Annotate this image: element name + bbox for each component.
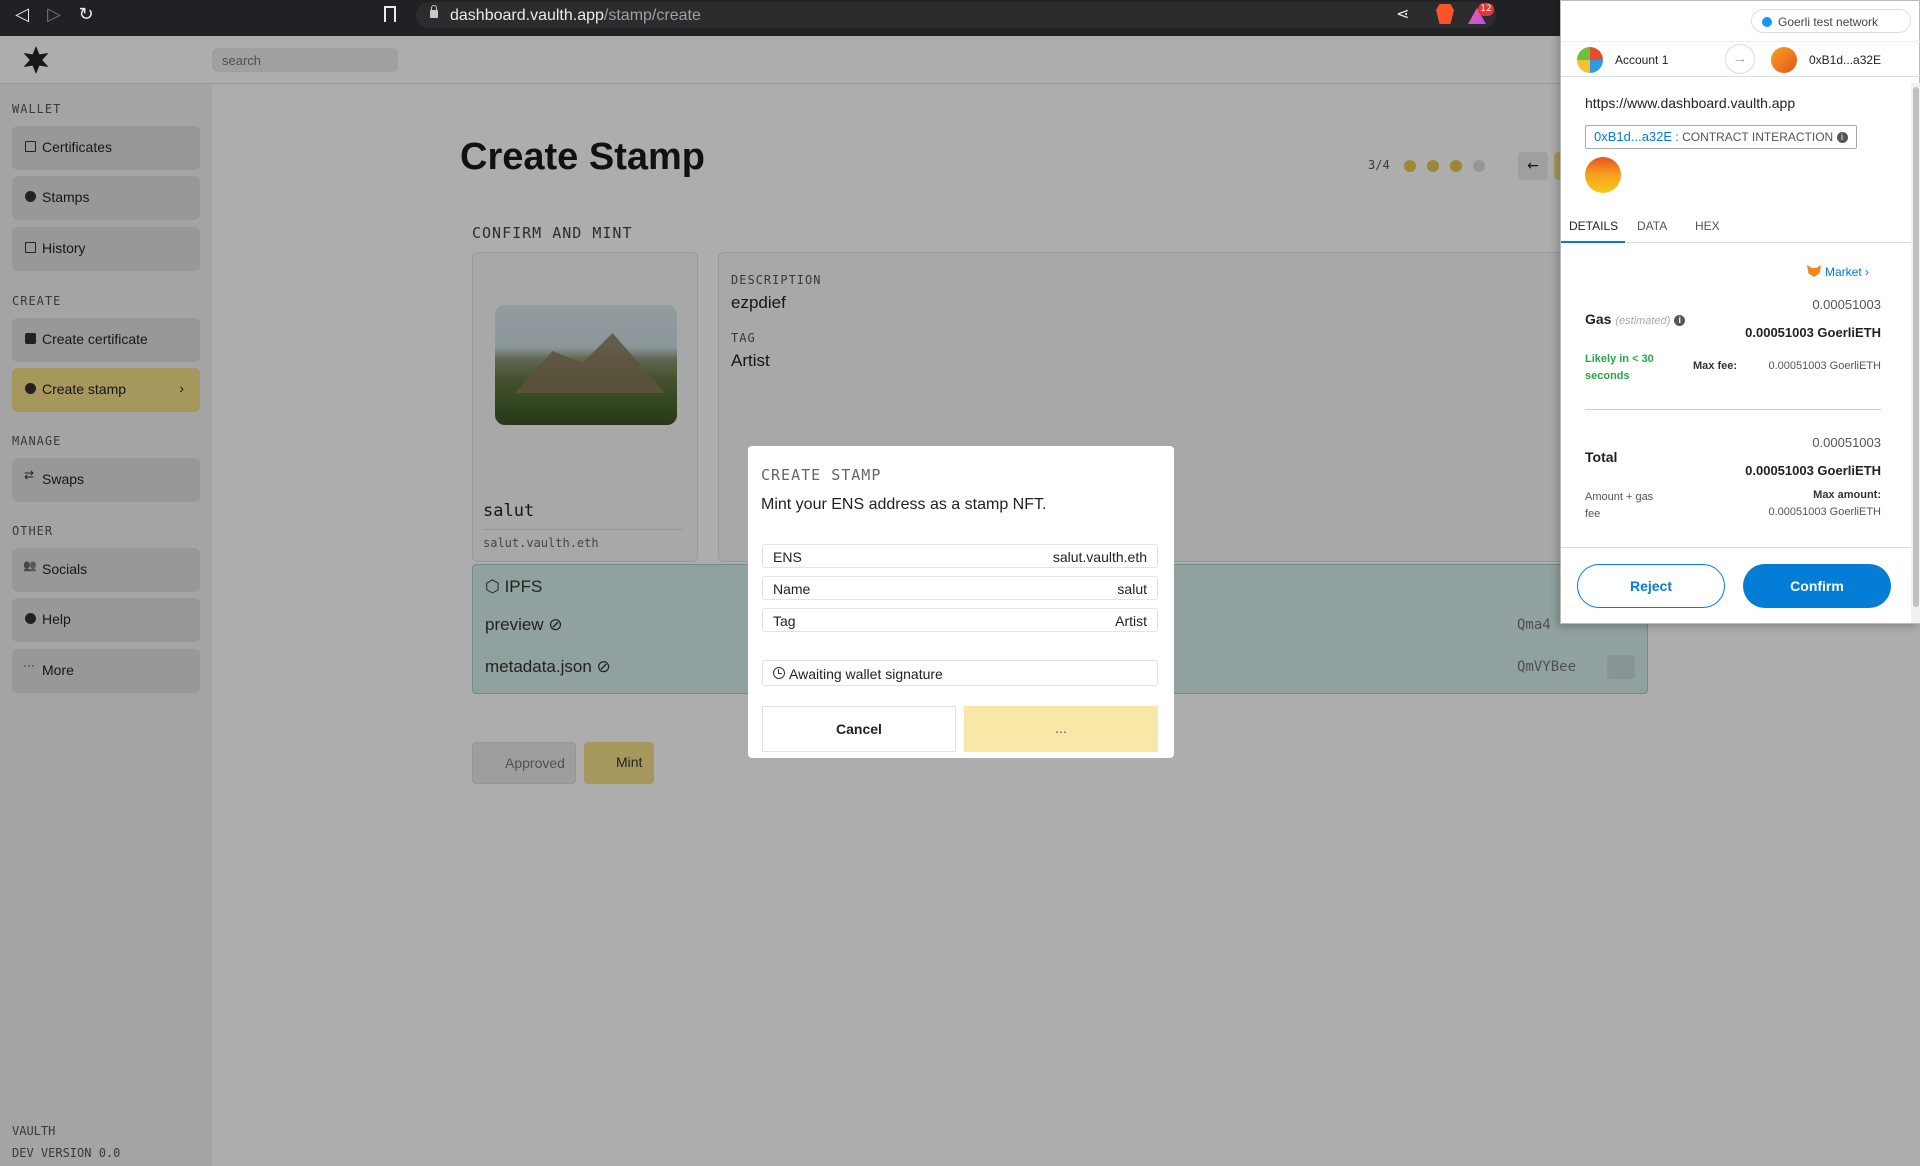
market-link[interactable]: Market › bbox=[1807, 265, 1869, 279]
gas-speed: Likely in < 30 seconds bbox=[1585, 353, 1654, 382]
max-amount-label: Max amount: bbox=[1813, 489, 1881, 501]
max-fee-value: 0.00051003 GoerliETH bbox=[1768, 360, 1881, 372]
clock-icon bbox=[773, 667, 785, 679]
info-icon[interactable]: i bbox=[1836, 132, 1848, 143]
account-avatar-icon bbox=[1577, 47, 1603, 73]
modal-title: CREATE STAMP bbox=[761, 466, 882, 484]
total-value: 0.00051003 GoerliETH bbox=[1745, 463, 1881, 478]
address-bar[interactable]: dashboard.vaulth.app/stamp/create bbox=[416, 2, 1496, 28]
row-value: salut.vaulth.eth bbox=[1052, 549, 1147, 565]
confirm-button[interactable]: Confirm bbox=[1743, 564, 1891, 608]
total-label: Total bbox=[1585, 449, 1618, 465]
reload-icon[interactable]: ↻ bbox=[72, 0, 100, 30]
active-tab-indicator bbox=[1561, 241, 1625, 243]
row-key: Name bbox=[773, 581, 811, 597]
scrollbar-thumb[interactable] bbox=[1913, 87, 1919, 607]
row-key: Tag bbox=[773, 613, 796, 629]
create-stamp-modal: CREATE STAMP Mint your ENS address as a … bbox=[748, 446, 1174, 758]
modal-row-tag: Tag Artist bbox=[762, 608, 1158, 632]
contract-interaction-pill[interactable]: 0xB1d...a32E : CONTRACT INTERACTION i bbox=[1585, 125, 1857, 149]
divider bbox=[1585, 409, 1881, 410]
tab-bar: DETAILS DATA HEX bbox=[1561, 211, 1911, 243]
network-dot-icon bbox=[1762, 17, 1772, 27]
tab-details[interactable]: DETAILS bbox=[1569, 219, 1618, 233]
to-account: 0xB1d...a32E bbox=[1809, 53, 1882, 67]
cancel-button[interactable]: Cancel bbox=[762, 706, 956, 752]
from-account: Account 1 bbox=[1615, 53, 1669, 67]
forward-arrow-icon[interactable]: ▷ bbox=[40, 0, 68, 30]
metamask-popup: Goerli test network Account 1 → 0xB1d...… bbox=[1560, 0, 1920, 624]
account-transfer-bar: Account 1 → 0xB1d...a32E bbox=[1561, 41, 1920, 77]
arrow-right-icon: → bbox=[1725, 44, 1755, 74]
url-text: dashboard.vaulth.app/stamp/create bbox=[450, 7, 701, 24]
tab-hex[interactable]: HEX bbox=[1695, 219, 1720, 233]
recipient-avatar-icon bbox=[1771, 47, 1797, 73]
row-value: Artist bbox=[1115, 613, 1147, 629]
contract-label: : CONTRACT INTERACTION bbox=[1675, 130, 1834, 144]
scrollbar[interactable] bbox=[1911, 83, 1920, 623]
metamask-footer: Reject Confirm bbox=[1561, 547, 1911, 619]
max-fee-label: Max fee: bbox=[1693, 360, 1738, 372]
modal-row-name: Name salut bbox=[762, 576, 1158, 600]
total-fiat-value: 0.00051003 bbox=[1812, 435, 1881, 450]
gas-value: 0.00051003 GoerliETH bbox=[1745, 325, 1881, 340]
reject-button[interactable]: Reject bbox=[1577, 564, 1725, 608]
tab-data[interactable]: DATA bbox=[1637, 219, 1667, 233]
back-arrow-icon[interactable]: ◁ bbox=[8, 0, 36, 30]
gas-label: Gas (estimated) i bbox=[1585, 311, 1686, 327]
network-selector[interactable]: Goerli test network bbox=[1751, 9, 1911, 33]
row-key: ENS bbox=[773, 549, 802, 565]
notification-badge: 12 bbox=[1478, 3, 1494, 16]
contract-avatar-icon bbox=[1585, 157, 1621, 193]
network-name: Goerli test network bbox=[1778, 15, 1879, 29]
wallet-status: Awaiting wallet signature bbox=[762, 660, 1158, 686]
contract-address[interactable]: 0xB1d...a32E bbox=[1594, 129, 1672, 144]
lock-icon bbox=[430, 5, 438, 18]
info-icon[interactable]: i bbox=[1674, 315, 1686, 326]
metamask-fox-icon bbox=[1807, 265, 1821, 277]
wallet-status-text: Awaiting wallet signature bbox=[789, 666, 943, 682]
amount-gas-label: Amount + gas fee bbox=[1585, 491, 1654, 520]
mint-progress-button[interactable]: ... bbox=[964, 706, 1158, 752]
modal-subtitle: Mint your ENS address as a stamp NFT. bbox=[761, 496, 1047, 513]
origin-url: https://www.dashboard.vaulth.app bbox=[1585, 95, 1796, 111]
modal-row-ens: ENS salut.vaulth.eth bbox=[762, 544, 1158, 568]
max-amount-value: 0.00051003 GoerliETH bbox=[1768, 506, 1881, 518]
bookmark-icon[interactable] bbox=[384, 6, 396, 22]
share-icon[interactable]: ⋖ bbox=[1396, 4, 1409, 23]
gas-fiat-value: 0.00051003 bbox=[1812, 297, 1881, 312]
row-value: salut bbox=[1117, 581, 1147, 597]
